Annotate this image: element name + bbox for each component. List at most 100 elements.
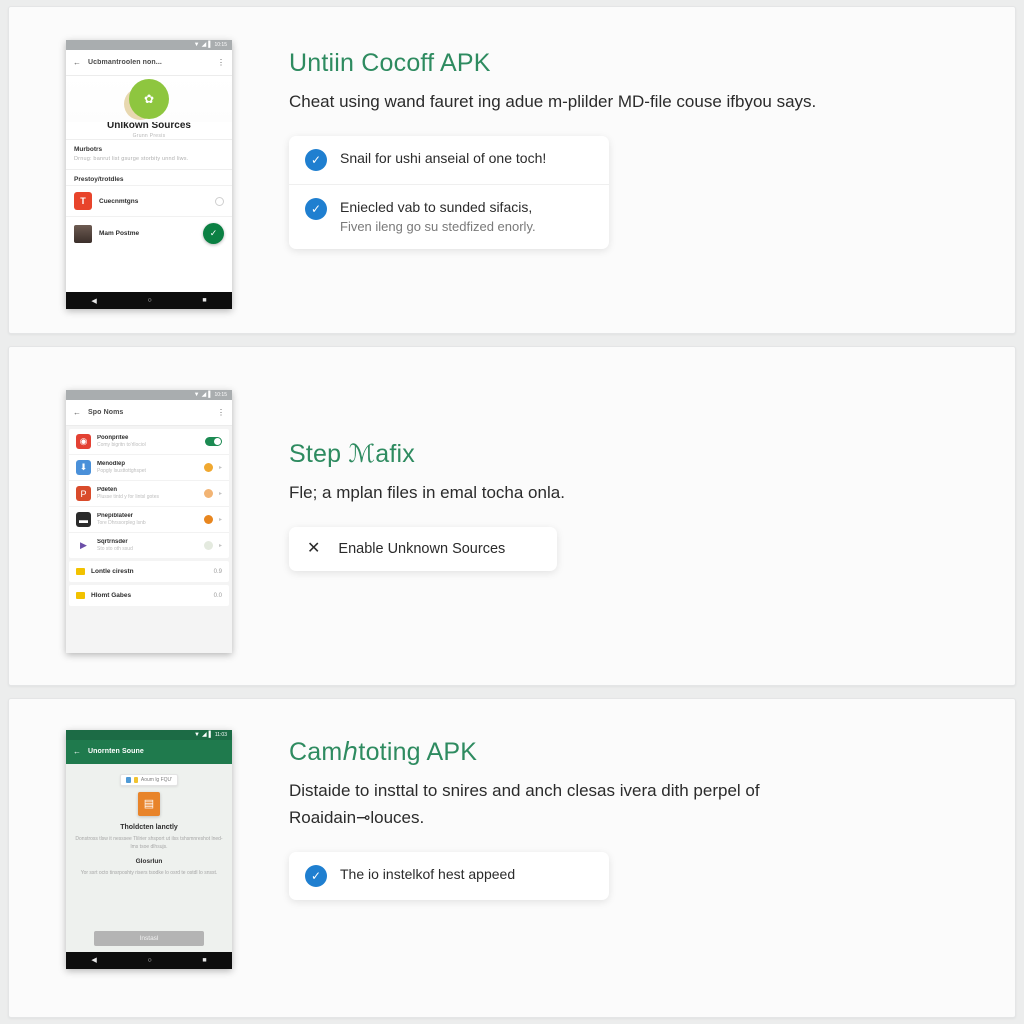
phone1-hero bbox=[66, 76, 232, 122]
app-icon: ▬ bbox=[76, 512, 91, 528]
overflow-menu-icon[interactable]: ⋮ bbox=[217, 58, 225, 67]
toggle-switch[interactable] bbox=[205, 437, 222, 447]
phone1-list-item-2-label: Mam Postme bbox=[99, 230, 140, 237]
phone1-navbar: ◀ ○ ■ bbox=[66, 292, 232, 309]
overflow-menu-icon[interactable]: ⋮ bbox=[217, 408, 225, 417]
nav-recents-icon[interactable]: ■ bbox=[202, 297, 206, 304]
step-card-3: ▼ ◢ ▌ 11:03 ← Unornten Soune Aoum lg FQU… bbox=[8, 697, 1016, 1019]
phone1-appbar: ← Ucbmantroolen non... ⋮ bbox=[66, 50, 232, 76]
phone1-section: Murbotrs Drnug: banrut list gsurge storb… bbox=[66, 139, 232, 169]
phone1-list-item-2[interactable]: Mam Postme ✓ bbox=[66, 216, 232, 250]
checklist-item[interactable]: ✓ Snail for ushi anѕeial of one toch! bbox=[289, 136, 609, 184]
phone2-appbar-title: Spo Noms bbox=[88, 409, 124, 417]
phone2-simple-row[interactable]: Lontle cirestn 0.9 bbox=[69, 561, 229, 583]
check-circle-icon: ✓ bbox=[305, 148, 327, 171]
card-1-content: Untiin Cocoff APK Cheat using wand faure… bbox=[289, 7, 1015, 249]
status-dot-icon bbox=[203, 489, 213, 499]
phone3-body-text: Donstross tlsw it nesssee Tlilrier shspo… bbox=[75, 835, 223, 850]
wifi-icon: ▼ bbox=[193, 42, 200, 48]
phone2-simple-row[interactable]: Hlomt Gabes 0.0 bbox=[69, 585, 229, 607]
app-icon: ◉ bbox=[76, 434, 91, 450]
phone2-list-item-subtitle: Sto sto oth ssud bbox=[97, 546, 133, 553]
card-1-heading: Untiin Cocoff APK bbox=[289, 49, 491, 77]
card-3-content: Camℎtoting APK Distaide to insttal to sn… bbox=[289, 699, 1015, 901]
app-icon: T bbox=[74, 192, 92, 210]
phone2-list-item-subtitle: Popgly lsusttottghspet bbox=[97, 468, 146, 475]
phone2-appbar: ← Spo Noms ⋮ bbox=[66, 400, 232, 427]
checklist-item-text: Eniecled vab to sunded sifacis, Fiven il… bbox=[340, 198, 536, 236]
back-arrow-icon[interactable]: ← bbox=[73, 747, 81, 756]
chevron-right-icon[interactable]: ▸ bbox=[219, 516, 222, 523]
radio-icon[interactable] bbox=[215, 196, 224, 206]
chevron-right-icon[interactable]: ▸ bbox=[219, 542, 222, 549]
phone1-list-item-1[interactable]: T Cuecnmtgns bbox=[66, 185, 232, 216]
phone3-heading: Tholdcten lanctly bbox=[120, 823, 178, 831]
phone-mockup-2-wrapper: ▼ ◢ ▌ 10:15 ← Spo Noms ⋮ ◉ Poonpritee Co… bbox=[9, 347, 289, 654]
card-3-checklist: ✓ The io instelkof hest appeed bbox=[289, 852, 609, 901]
checklist-item[interactable]: ✓ The io instelkof hest appeed bbox=[289, 852, 609, 900]
card-3-body: Distaide to insttal to snires and anch c… bbox=[289, 780, 760, 828]
phone2-list-item-text: Menodlep Popgly lsusttottghspet bbox=[97, 461, 198, 475]
phone1-body: Unlkown Sources Grunn Presis Murbotrs Dr… bbox=[66, 76, 232, 292]
install-button[interactable]: Instasl bbox=[94, 930, 204, 946]
app-icon: ▶ bbox=[76, 538, 91, 554]
enable-unknown-sources-button[interactable]: ✕ Enable Unknown Sources bbox=[289, 526, 557, 571]
phone2-list-item-subtitle: Comy bigritn to'rllociol bbox=[97, 442, 146, 449]
phone1-section-heading: Murbotrs bbox=[74, 146, 103, 153]
phone2-list-item-title: Poonpritee bbox=[97, 434, 129, 441]
clock-label: 10:15 bbox=[214, 42, 227, 48]
phone-mockup-1: ▼ ◢ ▌ 10:15 ← Ucbmantroolen non... ⋮ Unl… bbox=[66, 40, 232, 309]
phone2-list-item-title: Sqrtrnsder bbox=[97, 538, 128, 545]
checklist-item-line1: Eniecled vab to sunded sifacis, bbox=[340, 198, 533, 215]
card-1-body: Cheat using wand fauret ing adue m-plild… bbox=[289, 92, 817, 111]
phone2-list-item[interactable]: ▬ Pnepiblateer Tore Dhrssorpleg lsnb ▸ bbox=[69, 507, 229, 534]
step-card-2: ▼ ◢ ▌ 10:15 ← Spo Noms ⋮ ◉ Poonpritee Co… bbox=[8, 346, 1016, 686]
phone2-list-item[interactable]: ◉ Poonpritee Comy bigritn to'rllociol bbox=[69, 429, 229, 456]
card-3-heading: Camℎtoting APK bbox=[289, 737, 478, 766]
phone3-statusbar: ▼ ◢ ▌ 11:03 bbox=[66, 729, 232, 740]
file-icon bbox=[125, 776, 131, 783]
phone2-list-item-text: Sqrtrnsder Sto sto oth ssud bbox=[97, 539, 198, 553]
check-circle-icon: ✓ bbox=[305, 197, 327, 220]
card-2-body: Fle; a mplan files in emal tocha onla. bbox=[289, 483, 565, 503]
checklist-item-line2: Fiven ileng go su stedfized enorly. bbox=[340, 219, 536, 235]
phone2-list-item-text: Pnepiblateer Tore Dhrssorpleg lsnb bbox=[97, 513, 198, 527]
card-2-content: Step ℳafix Fle; a mplan files in emal to… bbox=[289, 347, 1015, 571]
checklist-item-text: Snail for ushi anѕeial of one toch! bbox=[340, 149, 546, 168]
phone1-appbar-title: Ucbmantroolen non... bbox=[88, 59, 162, 66]
signal-icon: ◢ bbox=[201, 731, 207, 738]
signal-icon: ◢ bbox=[201, 42, 207, 48]
clock-label: 11:03 bbox=[214, 731, 227, 738]
source-chip: Aoum lg FQU' bbox=[119, 773, 179, 786]
phone3-appbar-title: Unornten Soune bbox=[88, 748, 144, 756]
phone1-list-heading-wrap: Prestoy/trotdles bbox=[66, 169, 232, 185]
phone2-list-item[interactable]: P Pdeten Plusse tintd y for lintsl gotes… bbox=[69, 481, 229, 508]
chevron-right-icon[interactable]: ▸ bbox=[219, 464, 222, 471]
check-fab-icon[interactable]: ✓ bbox=[203, 223, 224, 244]
phone2-list-item-text: Poonpritee Comy bigritn to'rllociol bbox=[97, 435, 199, 449]
page-root: ▼ ◢ ▌ 10:15 ← Ucbmantroolen non... ⋮ Unl… bbox=[0, 0, 1024, 1024]
folder-icon bbox=[76, 568, 85, 576]
nav-home-icon[interactable]: ○ bbox=[147, 297, 151, 304]
phone-mockup-2: ▼ ◢ ▌ 10:15 ← Spo Noms ⋮ ◉ Poonpritee Co… bbox=[66, 390, 232, 654]
phone-mockup-3-wrapper: ▼ ◢ ▌ 11:03 ← Unornten Soune Aoum lg FQU… bbox=[9, 699, 289, 969]
chevron-right-icon[interactable]: ▸ bbox=[219, 490, 222, 497]
phone1-statusbar: ▼ ◢ ▌ 10:15 bbox=[66, 40, 232, 50]
source-chip-label: Aoum lg FQU' bbox=[140, 776, 173, 783]
nav-recents-icon[interactable]: ■ bbox=[202, 957, 206, 964]
nav-back-icon[interactable]: ◀ bbox=[91, 297, 96, 305]
status-dot-icon bbox=[203, 463, 213, 473]
back-arrow-icon[interactable]: ← bbox=[73, 58, 81, 67]
checklist-item-line1: Snail for ushi anѕeial of one toch! bbox=[340, 149, 547, 166]
back-arrow-icon[interactable]: ← bbox=[73, 408, 81, 417]
avatar bbox=[74, 224, 92, 243]
checklist-item[interactable]: ✓ Eniecled vab to sunded sifacis, Fiven … bbox=[289, 183, 609, 249]
nav-home-icon[interactable]: ○ bbox=[147, 957, 151, 964]
nav-back-icon[interactable]: ◀ bbox=[91, 956, 96, 964]
battery-icon: ▌ bbox=[208, 42, 213, 48]
phone2-list-item[interactable]: ⬇ Menodlep Popgly lsusttottghspet ▸ bbox=[69, 455, 229, 482]
phone2-list-item[interactable]: ▶ Sqrtrnsder Sto sto oth ssud ▸ bbox=[69, 533, 229, 558]
phone2-simple-row-title: Lontle cirestn bbox=[91, 568, 134, 576]
apk-package-icon: ▤ bbox=[138, 791, 160, 816]
clock-label: 10:15 bbox=[214, 392, 227, 399]
